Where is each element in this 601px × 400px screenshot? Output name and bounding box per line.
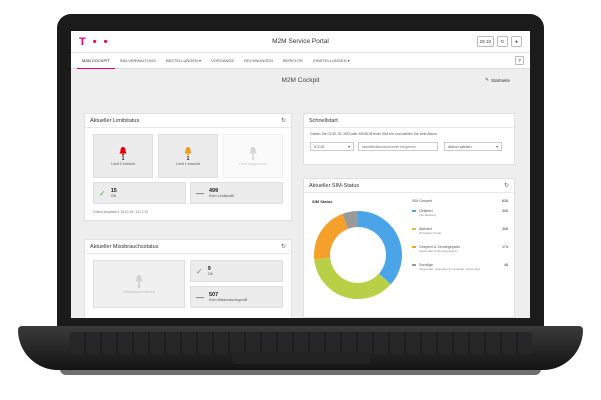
dash-icon: — [196,188,204,198]
touchpad [232,352,370,364]
chevron-down-icon: ▾ [496,145,498,149]
bell-icon [119,146,127,156]
check-icon: ✓ [196,266,203,276]
limit-ok-label: OK [110,194,117,198]
refresh-icon[interactable]: ↻ [281,117,286,124]
limit-timestamp: Zuletzt aktualisiert: 16.10.18 / 13:17:1… [93,210,148,214]
pencil-icon: ✎ [485,77,489,82]
donut-slice-gesperrt-sendegeparkt[interactable] [314,213,349,260]
legend-total-count: 836 [502,199,508,203]
abuse-status-title: Aktueller Missbrauchsstatus [90,243,159,250]
legend-sublabel: (Gesendet, Gesendet & Gesendet, Gesendet… [419,267,481,271]
bell-icon [249,146,257,156]
limit-evaluated-tile[interactable]: 0 Limit ausgewertet [223,134,283,178]
limit-1-tile[interactable]: 1 Limit 1 erreicht [158,134,218,178]
quickstart-panel: Schnellstart Geben Sie CCID, ID, MSI ode… [303,113,515,165]
id-type-value: ICCID [314,144,325,149]
quickstart-hint: Geben Sie CCID, ID, MSI oder MSISDN eine… [310,132,437,136]
legend-swatch [412,228,416,230]
limit-ok-stat[interactable]: ✓ 15 OK [93,182,186,204]
main-nav: M2M COCKPIT SIM-VERWALTUNG BESTELLUNGEN … [71,53,530,69]
nav-sim-verwaltung[interactable]: SIM-VERWALTUNG [115,53,161,69]
page-title: M2M Cockpit [281,76,320,84]
bell-icon [135,274,143,284]
legend-count: 308 [502,227,508,231]
nav-vorgaenge[interactable]: VORGÄNGE [206,53,239,69]
chart-legend: SIM Gesamt 836 Geliefert (Ge.aktiviert) 30… [412,199,508,309]
legend-swatch [412,264,416,266]
legend-label: Sonstige (Gesendet, Gesendet & Gesendet, … [419,263,481,271]
legend-sublabel: (Ge.aktiviert) [419,213,437,217]
abuse-detected-tile[interactable]: 0 Missbrauch erkannt [93,260,185,308]
laptop-shadow [60,369,541,375]
top-bar: T • • M2M Service Portal 29 10 ↻ ● [71,31,530,53]
legend-swatch [412,246,416,248]
limit-evaluated-label: Limit ausgewertet [238,161,268,166]
home-link[interactable]: ✎ Startseite [485,77,510,83]
bell-icon [184,146,192,156]
limit-2-label: Limit 2 erreicht [111,161,135,166]
limit-status-title: Aktueller Limitstatus [90,117,140,124]
abuse-none-stat[interactable]: — 507 Kein Missbrauchsprofil [190,286,283,308]
limit-none-label: Kein Limitprofil [209,194,234,198]
legend-item: Aktiviert (Produktiv Kund) 308 [412,227,508,235]
help-button[interactable]: ? [515,56,524,65]
sim-status-panel: Aktueller SIM-Status ↻ SIM Status SIM Ge… [303,178,515,318]
nav-berichte[interactable]: BERICHTE [278,53,308,69]
action-value: Aktion wählen [448,144,472,149]
donut-slice-aktiviert[interactable] [314,257,391,299]
action-select[interactable]: Aktion wählen ▾ [444,142,502,151]
app-screen: T • • M2M Service Portal 29 10 ↻ ● M2M C… [71,31,530,318]
refresh-icon[interactable]: ↻ [504,182,509,189]
abuse-ok-label: OK [207,272,214,276]
sim-status-title: Aktueller SIM-Status [309,182,360,189]
telekom-logo[interactable]: T • • [79,36,110,48]
check-icon: ✓ [99,188,106,198]
legend-item: Gesperrt & Sendegeparkt (Gesendet & Sende… [412,245,508,253]
legend-label: Geliefert (Ge.aktiviert) [419,209,437,217]
abuse-status-panel: Aktueller Missbrauchsstatus ↻ 0 Missbrau… [84,239,292,318]
reload-icon[interactable]: ↻ [497,36,508,47]
legend-total-label: SIM Gesamt [412,199,432,203]
date-chip[interactable]: 29 10 [476,36,494,47]
limit-1-label: Limit 1 erreicht [176,161,200,166]
home-link-label: Startseite [490,77,510,83]
nav-rechnungen[interactable]: RECHNUNGEN [239,53,278,69]
chart-title: SIM Status [312,199,333,204]
nav-m2m-cockpit[interactable]: M2M COCKPIT [77,53,115,69]
legend-item: Geliefert (Ge.aktiviert) 306 [412,209,508,217]
abuse-ok-stat[interactable]: ✓ 9 OK [190,260,283,282]
legend-count: 48 [504,263,508,267]
keyboard [70,332,532,354]
cockpit-header: M2M Cockpit ✎ Startseite [71,69,530,91]
legend-count: 174 [502,245,508,249]
laptop-mockup: T • • M2M Service Portal 29 10 ↻ ● M2M C… [0,0,601,400]
legend-total: SIM Gesamt 836 [412,199,508,203]
nav-einstellungen[interactable]: EINSTELLUNGEN ▾ [308,53,354,69]
user-icon[interactable]: ● [511,36,522,47]
nav-bestellungen[interactable]: BESTELLUNGEN ▾ [161,53,206,69]
limit-none-stat[interactable]: — 499 Kein Limitprofil [190,182,283,204]
sim-status-donut-chart [314,211,402,299]
legend-count: 306 [502,209,508,213]
abuse-detected-label: Missbrauch erkannt [123,289,155,294]
legend-label: Gesperrt & Sendegeparkt (Gesendet & Sende… [419,245,460,253]
dash-icon: — [196,292,204,302]
legend-swatch [412,210,416,212]
portal-title: M2M Service Portal [272,38,329,45]
legend-item: Sonstige (Gesendet, Gesendet & Gesendet, … [412,263,508,271]
id-type-select[interactable]: ICCID ▾ [310,142,354,151]
legend-label: Aktiviert (Produktiv Kund) [419,227,442,235]
refresh-icon[interactable]: ↻ [281,243,286,250]
limit-status-panel: Aktueller Limitstatus ↻ 1 Limit 2 erreic… [84,113,292,221]
donut-slice-geliefert[interactable] [358,211,402,285]
chevron-down-icon: ▾ [348,145,350,149]
legend-sublabel: (Produktiv Kund) [419,231,442,235]
quickstart-title: Schnellstart [309,117,338,124]
abuse-none-label: Kein Missbrauchsprofil [209,298,248,302]
id-input[interactable] [358,142,438,151]
limit-2-tile[interactable]: 1 Limit 2 erreicht [93,134,153,178]
legend-sublabel: (Gesendet & Sendegesperrt) [419,249,458,253]
